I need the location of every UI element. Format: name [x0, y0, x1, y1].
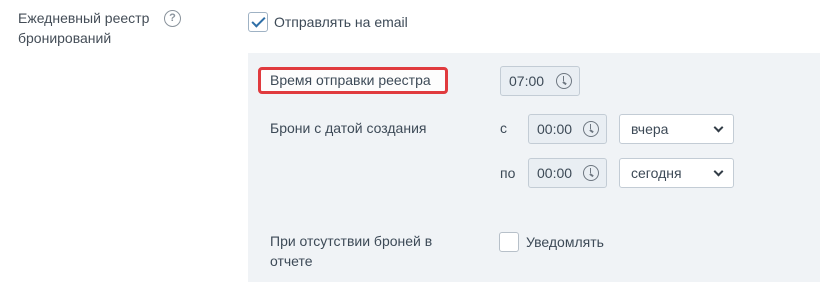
clock-icon[interactable]	[583, 121, 599, 137]
from-day-value: вчера	[631, 121, 669, 137]
no-bookings-label: При отсутствии броней в отчете	[270, 233, 433, 269]
to-time-input[interactable]: 00:00	[528, 158, 607, 188]
from-time-input[interactable]: 00:00	[528, 114, 607, 144]
from-day-select[interactable]: вчера	[619, 114, 734, 144]
chevron-down-icon	[713, 122, 724, 133]
send-time-value: 07:00	[509, 73, 545, 89]
send-email-label[interactable]: Отправлять на email	[274, 12, 408, 32]
send-time-input[interactable]: 07:00	[500, 66, 580, 96]
from-time-value: 00:00	[537, 121, 573, 137]
notify-label[interactable]: Уведомлять	[526, 232, 604, 252]
clock-icon[interactable]	[583, 165, 599, 181]
to-day-select[interactable]: сегодня	[619, 158, 734, 188]
help-icon[interactable]: ?	[164, 10, 181, 27]
send-time-label: Время отправки реестра	[270, 72, 431, 88]
chevron-down-icon	[713, 166, 724, 177]
daily-registry-label: Ежедневный реестр бронирований	[18, 10, 150, 46]
notify-checkbox[interactable]	[499, 232, 519, 252]
to-day-value: сегодня	[631, 165, 682, 181]
to-time-value: 00:00	[537, 165, 573, 181]
send-email-checkbox[interactable]	[248, 12, 268, 32]
clock-icon[interactable]	[556, 73, 572, 89]
to-label: по	[500, 165, 516, 181]
created-range-label: Брони с датой создания	[270, 120, 427, 136]
from-label: с	[500, 120, 507, 136]
